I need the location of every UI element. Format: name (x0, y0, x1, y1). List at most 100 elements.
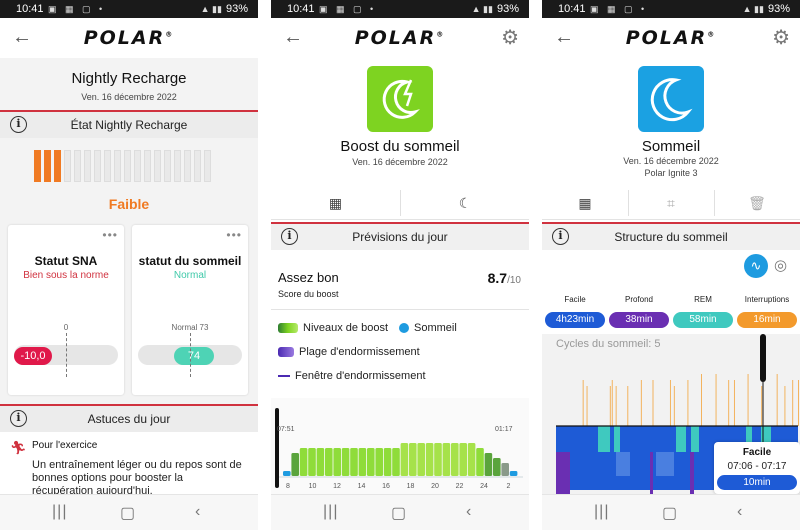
deep-segment (556, 452, 566, 494)
section-header-forecast: i Prévisions du jour (271, 224, 529, 250)
recharge-bar (134, 150, 141, 182)
score-label: Assez bon (278, 270, 339, 285)
view-tabs: ▦ ⌗ 🗑︎ (542, 186, 800, 220)
recent-apps-icon[interactable]: ||| (323, 503, 338, 521)
rem-segment (614, 426, 620, 452)
battery-level: 93% (496, 3, 519, 15)
tick-label: 14 (358, 483, 366, 490)
more-icon[interactable]: ••• (102, 228, 118, 242)
tick-label: 20 (431, 483, 439, 490)
recharge-bar (184, 150, 191, 182)
moon-icon[interactable]: ☾ (401, 186, 529, 220)
stage-tooltip: Facile 07:06 - 07:17 10min (714, 442, 800, 494)
boost-bar (442, 443, 451, 476)
gear-icon[interactable]: ⚙ (501, 25, 519, 50)
trend-view-icon[interactable]: ∿ (744, 254, 768, 278)
back-nav-icon[interactable]: ‹ (195, 503, 200, 521)
crop-icon[interactable]: ⌗ (628, 186, 714, 220)
page-title: Nightly Recharge (71, 70, 187, 87)
view-tabs: ▦ ☾ (271, 186, 529, 220)
device-name: Polar Ignite 3 (644, 168, 698, 178)
home-icon[interactable]: ▢ (120, 503, 135, 523)
recharge-bar (114, 150, 121, 182)
notification-icons: ▣ ▦ ▢ • (590, 4, 648, 14)
recharge-level-label: Faible (108, 196, 150, 212)
notification-icons: ▣ ▦ ▢ • (319, 4, 377, 14)
sleep-boost-screen: 10:41 ▣ ▦ ▢ • ▲ ▮▮ 93% ← POLAR® ⚙ Boost d… (271, 0, 529, 530)
info-icon[interactable]: i (10, 116, 27, 133)
polar-logo: POLAR® (83, 27, 175, 49)
recharge-bar (204, 150, 211, 182)
polar-logo: POLAR® (625, 27, 717, 49)
status-time: 10:41 (287, 3, 315, 15)
boost-bar (484, 453, 493, 476)
calendar-icon[interactable]: ▦ (542, 186, 628, 220)
light-patch (656, 452, 674, 476)
tip-title: Pour l'exercice (32, 440, 98, 451)
stage-label: REM (694, 295, 712, 304)
boost-bar (501, 463, 509, 476)
page-title: Sommeil (641, 138, 701, 155)
legend-window: Fenêtre d'endormissement (278, 370, 426, 382)
boost-bar (283, 471, 291, 476)
recharge-bar (124, 150, 131, 182)
more-icon[interactable]: ••• (226, 228, 242, 242)
reference-line (190, 333, 191, 377)
home-icon[interactable]: ▢ (662, 503, 677, 523)
card-sleep-status[interactable]: ••• statut du sommeil Normal Normal 73 7… (132, 225, 248, 395)
boost-bar (367, 448, 375, 476)
boost-bar (434, 443, 442, 476)
stage-duration-pill: 16min (737, 312, 797, 328)
legend-range: Plage d'endormissement (278, 346, 420, 358)
trash-icon[interactable]: 🗑︎ (714, 186, 800, 220)
range-swatch (278, 347, 294, 358)
system-nav-bar: ||| ▢ ‹ (0, 494, 258, 530)
cycle-view-icon[interactable]: ◎ (774, 256, 787, 274)
recharge-bar (54, 150, 61, 182)
boost-bar (299, 448, 308, 476)
section-header-structure: i Structure du sommeil (542, 224, 800, 250)
section-title: Structure du sommeil (614, 230, 728, 244)
polar-logo: POLAR® (354, 27, 446, 49)
boost-chart[interactable]: 8 10 12 14 16 18 20 22 24 2 (271, 398, 529, 494)
recent-apps-icon[interactable]: ||| (594, 503, 609, 521)
boost-bar (325, 448, 333, 476)
calendar-icon[interactable]: ▦ (271, 186, 400, 220)
tick-label: 12 (333, 483, 341, 490)
sleep-swatch (399, 323, 409, 334)
tooltip-title: Facile (742, 447, 772, 458)
info-icon[interactable]: i (281, 228, 298, 245)
card-reference: Normal 73 (171, 323, 209, 332)
reference-line (66, 333, 67, 377)
back-nav-icon[interactable]: ‹ (466, 503, 471, 521)
system-nav-bar: ||| ▢ ‹ (542, 494, 800, 530)
boost-bar (350, 448, 358, 476)
card-ans-status[interactable]: ••• Statut SNA Bien sous la norme 0 -10,… (8, 225, 124, 395)
recent-apps-icon[interactable]: ||| (52, 503, 67, 521)
signal-icon: ▲ ▮▮ (742, 4, 764, 14)
legend-boost: Niveaux de boost (278, 322, 388, 334)
time-cursor (275, 408, 279, 488)
info-icon[interactable]: i (552, 228, 569, 245)
screen-gap (258, 0, 271, 530)
back-nav-icon[interactable]: ‹ (737, 503, 742, 521)
notification-icons: ▣ ▦ ▢ • (48, 4, 106, 14)
stage-duration-pill: 58min (673, 312, 733, 328)
card-title: statut du sommeil (138, 254, 242, 268)
boost-bar (476, 448, 484, 476)
boost-bar (459, 443, 467, 476)
deep-segment (690, 452, 694, 494)
status-time: 10:41 (16, 3, 44, 15)
signal-icon: ▲ ▮▮ (200, 4, 222, 14)
boost-swatch (278, 323, 298, 334)
home-icon[interactable]: ▢ (391, 503, 406, 523)
boost-bar (400, 443, 409, 476)
status-bar: 10:41 ▣ ▦ ▢ • ▲ ▮▮ 93% (271, 0, 529, 18)
status-bar: 10:41 ▣ ▦ ▢ • ▲ ▮▮ 93% (0, 0, 258, 18)
boost-bar (291, 453, 299, 476)
info-icon[interactable]: i (10, 410, 27, 427)
page-date: Ven. 16 décembre 2022 (352, 157, 448, 167)
chart-background (271, 398, 529, 494)
gear-icon[interactable]: ⚙ (772, 25, 790, 50)
boost-bar (333, 448, 341, 476)
